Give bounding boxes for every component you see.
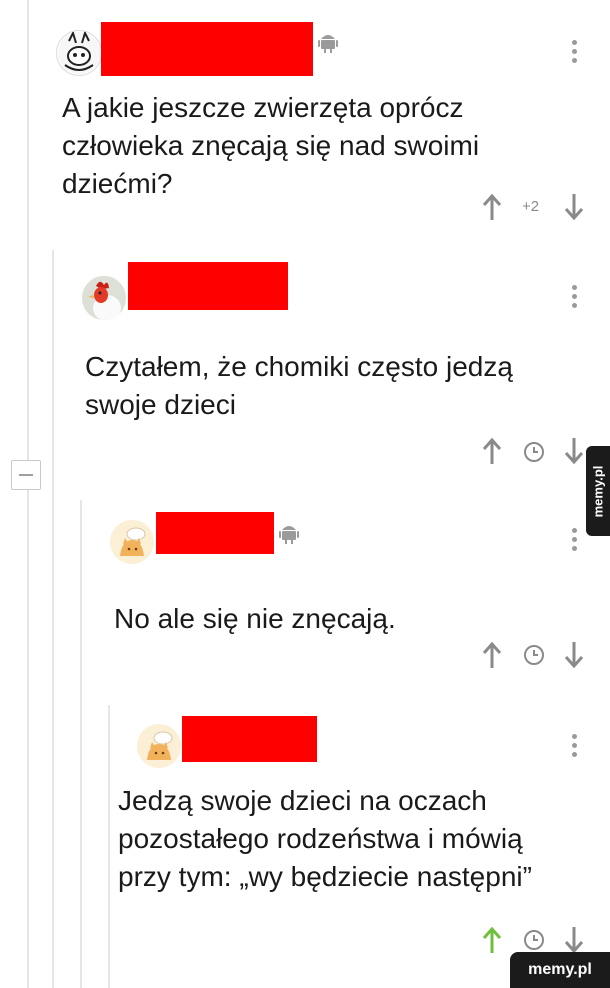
android-icon: [279, 522, 299, 549]
comment-line: dziećmi?: [62, 168, 173, 199]
cat-chef-icon: [137, 724, 181, 768]
redacted-username: [101, 22, 313, 76]
rabbit-sketch-icon: [58, 31, 100, 74]
more-options-icon[interactable]: [571, 285, 577, 308]
upvote-icon[interactable]: [481, 437, 503, 465]
watermark-side: memy.pl: [586, 446, 610, 536]
watermark-bottom-text: memy.pl: [528, 961, 592, 978]
clock-icon[interactable]: [523, 929, 545, 951]
comment-text: Jedzą swoje dzieci na oczach pozostałego…: [118, 782, 532, 896]
comment-text: No ale się nie znęcają.: [114, 600, 396, 638]
rooster-icon: [82, 276, 126, 320]
avatar[interactable]: [82, 276, 126, 320]
comment-line: No ale się nie znęcają.: [114, 603, 396, 634]
redacted-username: [128, 262, 288, 310]
upvote-icon-active[interactable]: [481, 926, 503, 954]
upvote-icon[interactable]: [481, 641, 503, 669]
thread-line-2: [52, 250, 54, 988]
downvote-icon[interactable]: [563, 641, 585, 669]
more-options-icon[interactable]: [571, 40, 577, 63]
collapse-thread-button[interactable]: [11, 460, 41, 490]
android-icon: [318, 31, 338, 58]
avatar[interactable]: [56, 30, 102, 76]
upvote-icon[interactable]: [481, 193, 503, 221]
thread-line-4: [108, 705, 110, 988]
clock-icon[interactable]: [523, 644, 545, 666]
minus-icon: [19, 474, 33, 476]
clock-icon[interactable]: [523, 441, 545, 463]
avatar[interactable]: [110, 520, 154, 564]
comment-text: A jakie jeszcze zwierzęta oprócz człowie…: [62, 89, 479, 203]
thread-line-3: [80, 500, 82, 988]
comment-line: swoje dzieci: [85, 389, 236, 420]
comment-line: Jedzą swoje dzieci na oczach: [118, 785, 487, 816]
watermark-side-text: memy.pl: [590, 465, 606, 517]
comment-line: człowieka znęcają się nad swoimi: [62, 130, 480, 161]
thread-line-1: [27, 0, 29, 988]
watermark-bottom: memy.pl: [510, 952, 610, 988]
redacted-username: [182, 716, 317, 762]
downvote-icon[interactable]: [563, 926, 585, 954]
avatar[interactable]: [137, 724, 181, 768]
more-options-icon[interactable]: [571, 734, 577, 757]
cat-chef-icon: [110, 520, 154, 564]
comment-text: Czytałem, że chomiki często jedzą swoje …: [85, 348, 513, 424]
comment-line: pozostałego rodzeństwa i mówią: [118, 823, 523, 854]
redacted-username: [156, 512, 274, 554]
downvote-icon[interactable]: [563, 437, 585, 465]
comment-line: A jakie jeszcze zwierzęta oprócz: [62, 92, 464, 123]
more-options-icon[interactable]: [571, 528, 577, 551]
comment-line: Czytałem, że chomiki często jedzą: [85, 351, 513, 382]
score: +2: [522, 198, 540, 215]
comment-line: przy tym: „wy będziecie następni”: [118, 861, 532, 892]
downvote-icon[interactable]: [563, 193, 585, 221]
